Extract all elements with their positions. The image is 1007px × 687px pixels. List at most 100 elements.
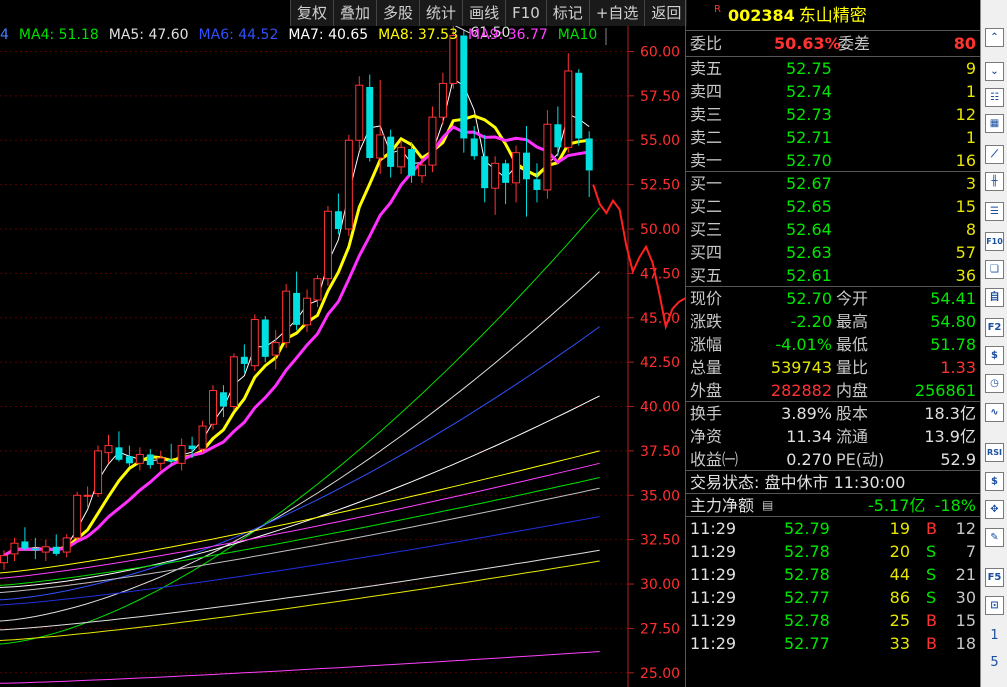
stat-label: 内盘 xyxy=(836,381,869,400)
price-tick-label: 35.00 xyxy=(640,488,680,504)
level-label: 买五 xyxy=(690,266,723,285)
ma-legend-item: 4 xyxy=(0,27,9,43)
candle-body xyxy=(387,136,395,167)
sell-level[interactable]: 卖五 52.75 9 xyxy=(686,57,980,80)
fundamental-value: 3.89% xyxy=(781,404,832,423)
price-tick-label: 47.50 xyxy=(640,266,680,282)
zoom-icon[interactable]: ⊡ xyxy=(985,596,1004,615)
sell-level[interactable]: 卖三 52.73 12 xyxy=(686,103,980,126)
move-icon[interactable]: ✥ xyxy=(985,500,1004,519)
tick-time: 11:29 xyxy=(690,634,737,653)
tick-time: 11:29 xyxy=(690,611,737,630)
stat-row: 涨跌 -2.20 最高 54.80 xyxy=(686,310,980,333)
clock-icon[interactable]: ◷ xyxy=(985,374,1004,393)
price-tick-label: 52.50 xyxy=(640,178,680,194)
tick-volume: 44 xyxy=(889,565,910,584)
tick-price: 52.78 xyxy=(784,611,830,630)
right-toolbar: ⌃ ⌄ ☷ ▦ ⟋ ╫ ☰ F10 ❏ 自 F2 $ ◷ ∿ RSI $ ✥ ✎ F5 ⊡ 1 5 xyxy=(980,0,1007,687)
ma-line xyxy=(0,395,600,588)
fundamentals: 换手 3.89% 股本 18.3亿 净资 11.34 流通 13.9亿 收益㈠ 0.270 PE(动… xyxy=(686,402,980,471)
f2-icon[interactable]: F2 xyxy=(985,318,1004,337)
list-icon[interactable]: ☰ xyxy=(985,202,1004,221)
buy-level[interactable]: 买三 52.64 8 xyxy=(686,218,980,241)
tick-list[interactable]: 11:29 52.79 19 B 12 11:29 52.78 20 S 7 11:29 52.78 4… xyxy=(686,517,980,655)
stat-value: 54.41 xyxy=(930,289,976,308)
fundamental-label: 收益㈠ xyxy=(690,450,739,469)
pen-icon[interactable]: ✎ xyxy=(985,528,1004,547)
report-icon[interactable]: ☷ xyxy=(985,88,1004,107)
candle-body xyxy=(376,134,385,159)
buy-level[interactable]: 买一 52.67 3 xyxy=(686,172,980,195)
price-tick-label: 30.00 xyxy=(640,577,680,593)
hot-icon[interactable]: ❏ xyxy=(985,260,1004,279)
mark-button[interactable]: 标记 xyxy=(545,0,589,26)
level-price: 52.70 xyxy=(786,151,832,170)
detail-icon[interactable]: ▤ xyxy=(762,494,773,517)
tick-price: 52.77 xyxy=(784,634,830,653)
fuquan-button[interactable]: 复权 xyxy=(290,0,333,26)
price-tick-label: 32.50 xyxy=(640,533,680,549)
stat-label: 今开 xyxy=(836,289,869,308)
weicha-label: 委差 xyxy=(838,34,871,53)
tick-count: 21 xyxy=(955,565,976,584)
candle-body xyxy=(83,494,92,497)
fundamental-value: 18.3亿 xyxy=(924,404,976,423)
f10-button[interactable]: F10 xyxy=(505,0,546,26)
fundamental-label: 换手 xyxy=(690,404,723,423)
sell-level[interactable]: 卖四 52.74 1 xyxy=(686,80,980,103)
page-number[interactable]: 1 xyxy=(981,628,1007,643)
kline-icon[interactable]: ╫ xyxy=(985,172,1004,191)
tick-count: 18 xyxy=(955,634,976,653)
weicha-value: 80 xyxy=(953,34,976,53)
buy-level[interactable]: 买四 52.63 57 xyxy=(686,241,980,264)
self-select-icon[interactable]: 自 xyxy=(985,288,1004,307)
candle-body xyxy=(366,86,374,158)
candle-body xyxy=(460,35,468,139)
scroll-down-icon[interactable]: ⌄ xyxy=(985,62,1004,81)
tick-side: B xyxy=(926,634,937,653)
main-net-row[interactable]: 主力净额 ▤ -5.17亿 -18% xyxy=(686,494,980,517)
sell-level[interactable]: 卖二 52.71 1 xyxy=(686,126,980,149)
buy-level[interactable]: 买五 52.61 36 xyxy=(686,264,980,287)
money-icon[interactable]: $ xyxy=(985,472,1004,491)
rsi-icon[interactable]: RSI xyxy=(985,443,1004,462)
level-volume: 3 xyxy=(965,174,976,193)
tick-volume: 19 xyxy=(889,519,910,538)
quote-panel: R 002384 东山精密 委比 50.63% 委差 80 卖五 52.75 9 卖四 5… xyxy=(685,0,980,687)
sell-level[interactable]: 卖一 52.70 16 xyxy=(686,149,980,172)
candle-body xyxy=(554,124,562,148)
tick-price: 52.79 xyxy=(784,519,830,538)
overlay-button[interactable]: 叠加 xyxy=(333,0,376,26)
candle-body xyxy=(229,356,238,408)
stat-value: -2.20 xyxy=(790,312,832,331)
stat-value: -4.01% xyxy=(775,335,832,354)
level-label: 买一 xyxy=(690,174,723,193)
tick-price: 52.78 xyxy=(784,565,830,584)
f5-icon[interactable]: F5 xyxy=(985,568,1004,587)
scroll-up-icon[interactable]: ⌃ xyxy=(985,28,1004,47)
wave-icon[interactable]: ∿ xyxy=(985,403,1004,422)
kline-svg[interactable]: 60.00 57.50 55.00 52.50 50.00 47.50 45.00 42.50… xyxy=(0,0,685,687)
back-button[interactable]: 返回 xyxy=(644,0,687,26)
multi-stock-button[interactable]: 多股 xyxy=(376,0,419,26)
page-number[interactable]: 5 xyxy=(981,655,1007,670)
candle-body xyxy=(125,456,133,464)
draw-line-button[interactable]: 画线 xyxy=(462,0,505,26)
candle-body xyxy=(282,290,291,344)
candle-body xyxy=(198,425,207,450)
candle-body xyxy=(94,450,103,495)
tick-count: 12 xyxy=(955,519,976,538)
candle-body xyxy=(418,164,426,177)
fundamental-row: 换手 3.89% 股本 18.3亿 xyxy=(686,402,980,425)
candle-body xyxy=(512,152,521,184)
dollar-icon[interactable]: $ xyxy=(985,346,1004,365)
level-volume: 12 xyxy=(955,105,976,124)
add-watchlist-button[interactable]: +自选 xyxy=(588,0,645,26)
ma-legend-item: MA9: 36.77 xyxy=(467,27,548,43)
line-chart-icon[interactable]: ⟋ xyxy=(985,145,1004,164)
buy-level[interactable]: 买二 52.65 15 xyxy=(686,195,980,218)
f10-icon[interactable]: F10 xyxy=(985,232,1004,251)
statistics-button[interactable]: 统计 xyxy=(419,0,462,26)
kline-chart[interactable]: 60.00 57.50 55.00 52.50 50.00 47.50 45.00 42.50… xyxy=(0,0,685,687)
table-icon[interactable]: ▦ xyxy=(985,114,1004,133)
